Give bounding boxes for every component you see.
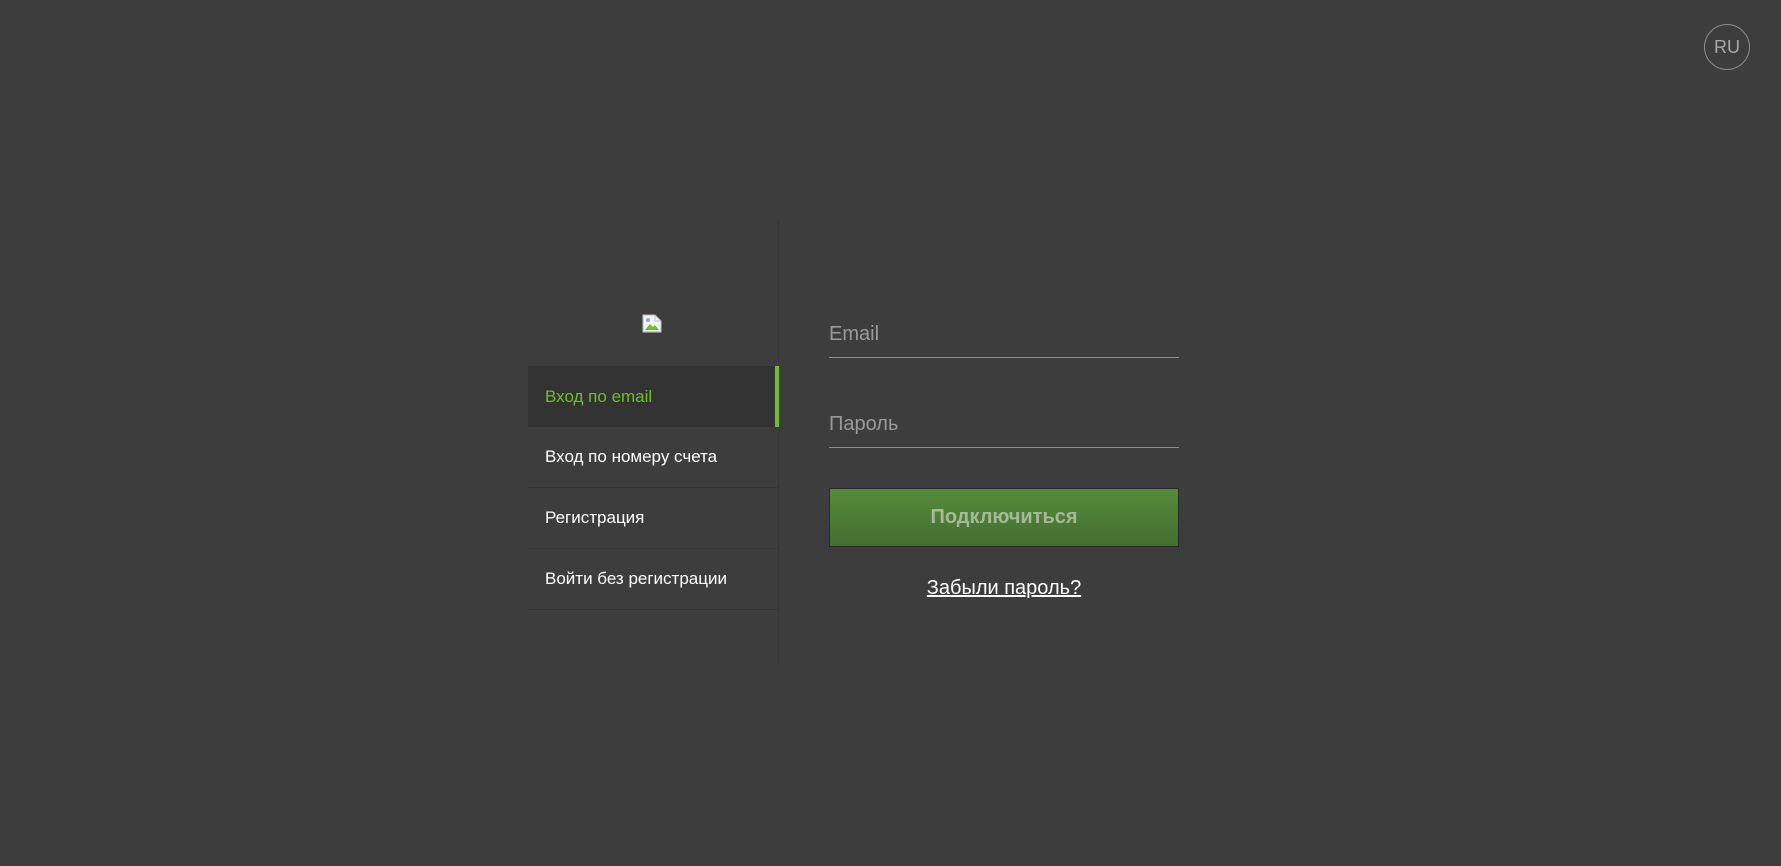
menu-item-label: Войти без регистрации xyxy=(545,569,727,588)
menu-item-account-login[interactable]: Вход по номеру счета xyxy=(528,427,779,488)
menu-item-label: Регистрация xyxy=(545,508,645,527)
login-form: Подключиться Забыли пароль? xyxy=(829,312,1179,600)
logo-broken-image-icon xyxy=(642,314,662,333)
email-field-wrapper xyxy=(829,312,1179,358)
login-method-menu: Вход по email Вход по номеру счета Регис… xyxy=(528,366,779,610)
login-method-panel: Вход по email Вход по номеру счета Регис… xyxy=(528,220,779,665)
menu-item-label: Вход по номеру счета xyxy=(545,447,718,466)
password-field-wrapper xyxy=(829,402,1179,448)
menu-item-email-login[interactable]: Вход по email xyxy=(528,366,779,427)
menu-item-registration[interactable]: Регистрация xyxy=(528,488,779,549)
menu-item-label: Вход по email xyxy=(545,386,653,406)
password-field[interactable] xyxy=(829,402,1179,447)
forgot-password-link[interactable]: Забыли пароль? xyxy=(829,577,1179,600)
connect-button[interactable]: Подключиться xyxy=(829,488,1179,547)
language-switcher[interactable]: RU xyxy=(1704,24,1750,70)
menu-item-guest-login[interactable]: Войти без регистрации xyxy=(528,549,779,610)
email-field[interactable] xyxy=(829,312,1179,357)
